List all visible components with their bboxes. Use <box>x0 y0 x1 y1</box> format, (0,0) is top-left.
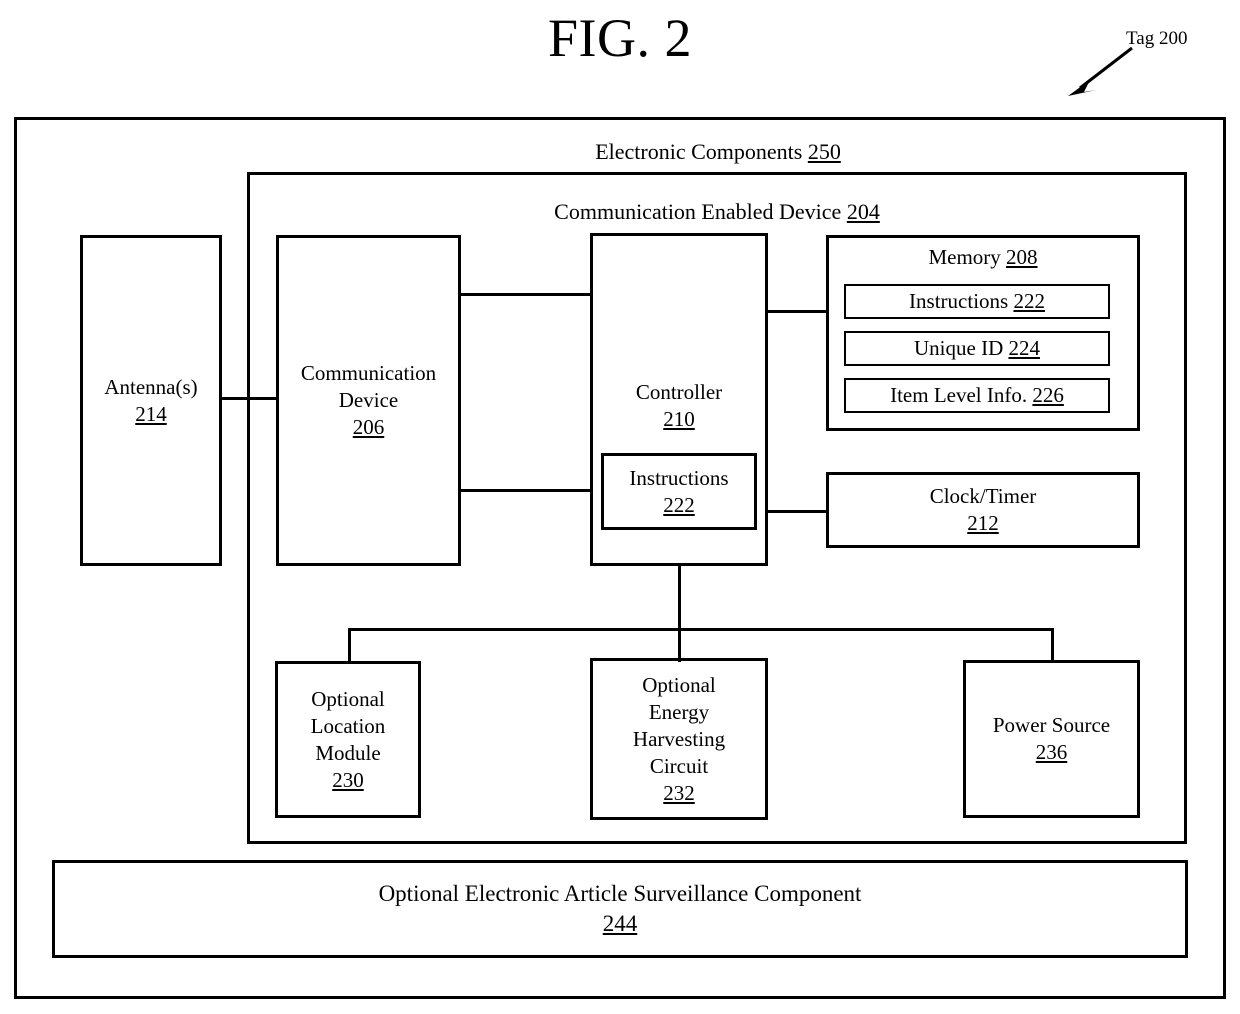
memory-ref: 208 <box>1006 245 1038 269</box>
electronic-components-label: Electronic Components <box>595 139 808 164</box>
optional-location-module-label: Optional Location Module <box>310 686 386 765</box>
memory-item-level-info-ref: 226 <box>1032 383 1064 407</box>
figure-title: FIG. 2 <box>547 8 692 68</box>
optional-energy-harvesting-circuit-ref: 232 <box>663 780 695 805</box>
optional-energy-harvesting-circuit-label-group: Optional Energy Harvesting Circuit 232 <box>590 658 768 820</box>
connector-controller-to-memory <box>766 310 828 313</box>
controller-ref: 210 <box>663 407 695 431</box>
memory-title: Memory 208 <box>826 244 1140 270</box>
memory-label: Memory <box>928 245 1007 269</box>
controller-label: Controller <box>635 380 723 404</box>
optional-energy-harvesting-circuit-label: Optional Energy Harvesting Circuit <box>632 672 726 778</box>
memory-unique-id-label-group: Unique ID 224 <box>844 335 1110 361</box>
clock-timer-label-group: Clock/Timer 212 <box>826 472 1140 548</box>
connector-communication-device-to-controller-upper <box>459 293 593 296</box>
antenna-ref: 214 <box>135 401 167 426</box>
communication-enabled-device-ref: 204 <box>846 199 880 224</box>
figure-canvas: FIG. 2 Tag 200 Electronic Components 250… <box>0 0 1240 1014</box>
connector-controller-trunk <box>678 564 681 630</box>
electronic-components-caption: Electronic Components 250 <box>249 139 1187 165</box>
antenna-label: Antenna(s) <box>104 374 198 399</box>
controller-label-group: Controller 210 <box>590 352 768 460</box>
communication-device-label-group: Communication Device 206 <box>276 235 461 566</box>
optional-eas-component-ref: 244 <box>602 911 638 936</box>
optional-eas-component-label-group: Optional Electronic Article Surveillance… <box>52 860 1188 958</box>
electronic-components-ref: 250 <box>807 139 841 164</box>
power-source-label: Power Source <box>992 713 1111 737</box>
connector-antenna-to-communication-device <box>219 397 279 400</box>
communication-enabled-device-caption: Communication Enabled Device 204 <box>247 199 1187 225</box>
memory-item-level-info-label: Item Level Info. <box>890 383 1033 407</box>
controller-instructions-label-group: Instructions 222 <box>601 453 757 530</box>
clock-timer-ref: 212 <box>967 511 999 535</box>
optional-location-module-label-group: Optional Location Module 230 <box>275 661 421 818</box>
memory-instructions-label: Instructions <box>909 289 1014 313</box>
antenna-label-group: Antenna(s) 214 <box>80 235 222 566</box>
connector-bus-to-power-source <box>1051 628 1054 662</box>
power-source-ref: 236 <box>1035 740 1068 764</box>
controller-instructions-label: Instructions <box>629 465 729 490</box>
arrow-down-left-icon <box>1068 46 1133 96</box>
memory-unique-id-ref: 224 <box>1008 336 1040 360</box>
memory-instructions-ref: 222 <box>1013 289 1045 313</box>
connector-bottom-bus <box>348 628 1054 631</box>
connector-bus-to-energy-harvesting <box>678 628 681 662</box>
communication-device-label: Communication Device <box>300 361 437 412</box>
optional-eas-component-label: Optional Electronic Article Surveillance… <box>378 881 862 906</box>
memory-item-level-info-label-group: Item Level Info. 226 <box>844 382 1110 408</box>
optional-location-module-ref: 230 <box>332 767 364 792</box>
communication-device-ref: 206 <box>352 415 385 439</box>
connector-controller-to-clock-timer <box>766 510 828 513</box>
connector-bus-to-location-module <box>348 628 351 662</box>
communication-enabled-device-label: Communication Enabled Device <box>554 199 847 224</box>
power-source-label-group: Power Source 236 <box>963 660 1140 818</box>
controller-instructions-ref: 222 <box>663 492 695 517</box>
connector-communication-device-to-controller-lower <box>459 489 593 492</box>
memory-instructions-label-group: Instructions 222 <box>844 288 1110 314</box>
clock-timer-label: Clock/Timer <box>929 484 1037 508</box>
memory-unique-id-label: Unique ID <box>914 336 1009 360</box>
